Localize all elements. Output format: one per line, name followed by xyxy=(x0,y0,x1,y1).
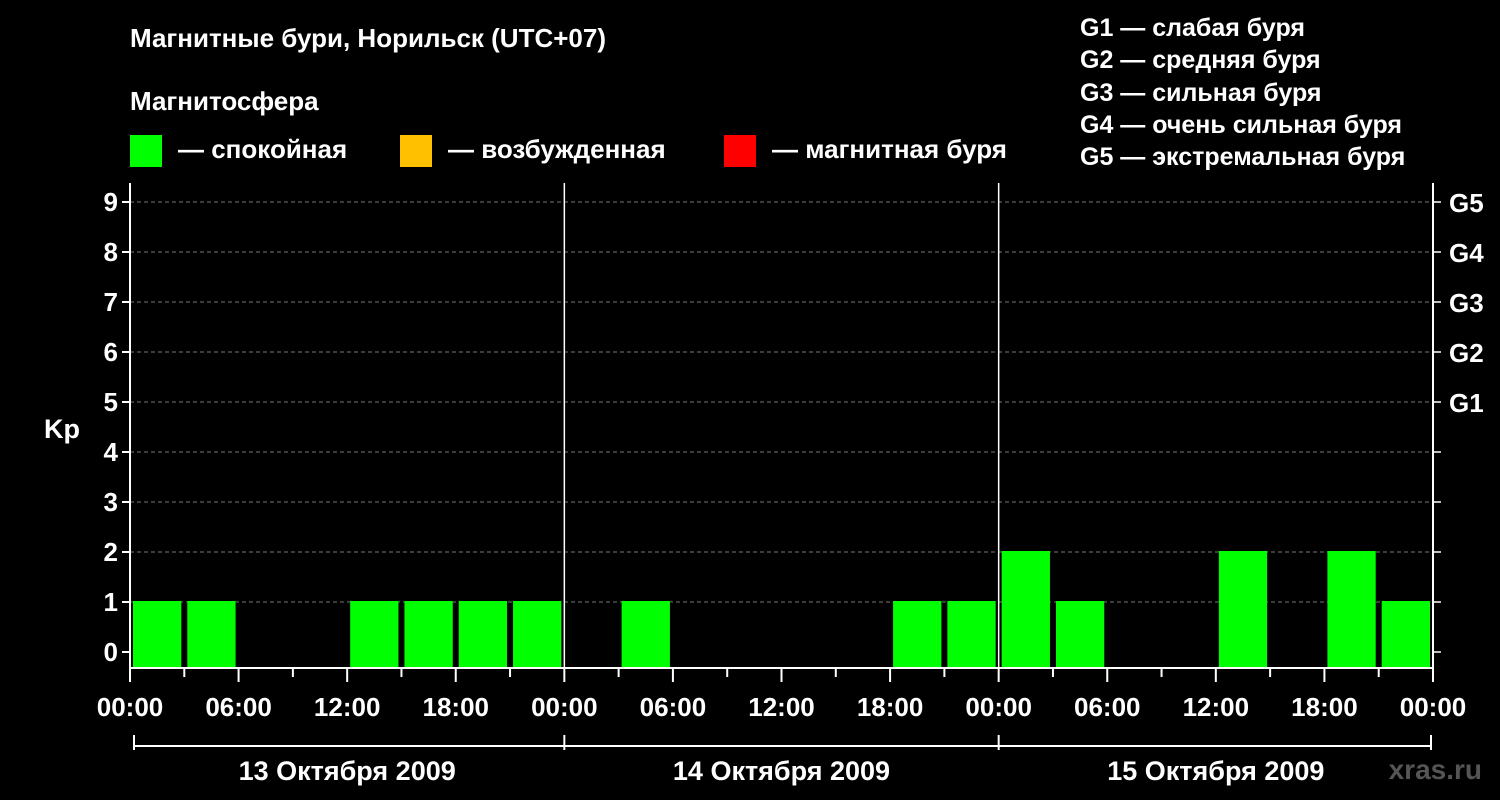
y-tick-label: 3 xyxy=(104,487,118,517)
kp-bar xyxy=(458,601,508,668)
x-tick-label: 00:00 xyxy=(531,692,598,722)
kp-bar xyxy=(621,601,670,668)
x-tick-label: 00:00 xyxy=(97,692,164,722)
kp-bar xyxy=(404,601,453,668)
kp-chart: 0 1 2 3 4 5 6 7 8 9 G1 G2 G3 G4 G5 Kp 00:00 06:00 12:00 18:… xyxy=(44,183,1484,786)
y-tick-label: 1 xyxy=(104,587,118,617)
kp-bar xyxy=(133,601,182,668)
x-tick-label: 06:00 xyxy=(1074,692,1141,722)
g-scale-label: G5 xyxy=(1449,188,1484,218)
y-tick-label: 7 xyxy=(104,287,118,317)
y-tick-label: 4 xyxy=(104,437,119,467)
kp-bar xyxy=(1218,551,1268,668)
y-tick-label: 2 xyxy=(104,537,118,567)
g-scale-label: G4 xyxy=(1449,238,1484,268)
x-tick-label: 06:00 xyxy=(640,692,707,722)
x-tick-label: 00:00 xyxy=(965,692,1032,722)
day-label: 13 Октября 2009 xyxy=(239,756,456,786)
x-tick-label: 12:00 xyxy=(314,692,381,722)
g-scale-label: G2 xyxy=(1449,338,1484,368)
kp-bar xyxy=(947,601,996,668)
y-axis-title: Kp xyxy=(44,414,80,444)
g-scale-label: G3 xyxy=(1449,288,1484,318)
kp-bar xyxy=(187,601,236,668)
y-tick-label: 6 xyxy=(104,337,118,367)
x-tick-label: 12:00 xyxy=(748,692,815,722)
x-tick-label: 00:00 xyxy=(1400,692,1467,722)
kp-bar xyxy=(1381,601,1430,668)
kp-bar xyxy=(1001,551,1050,668)
kp-bar xyxy=(1055,601,1105,668)
x-tick-label: 12:00 xyxy=(1183,692,1250,722)
kp-bar xyxy=(893,601,942,668)
x-tick-label: 18:00 xyxy=(423,692,490,722)
day-label: 15 Октября 2009 xyxy=(1107,756,1324,786)
x-tick-label: 18:00 xyxy=(857,692,924,722)
kp-bar xyxy=(1327,551,1376,668)
watermark: xras.ru xyxy=(1388,754,1482,785)
kp-bar xyxy=(350,601,399,668)
y-tick-label: 8 xyxy=(104,237,118,267)
g-scale-label: G1 xyxy=(1449,388,1484,418)
y-tick-label: 0 xyxy=(104,637,118,667)
y-tick-label: 5 xyxy=(104,387,118,417)
x-tick-label: 06:00 xyxy=(205,692,272,722)
day-label: 14 Октября 2009 xyxy=(673,756,890,786)
y-tick-label: 9 xyxy=(104,187,118,217)
x-tick-label: 18:00 xyxy=(1291,692,1358,722)
kp-bar xyxy=(513,601,562,668)
